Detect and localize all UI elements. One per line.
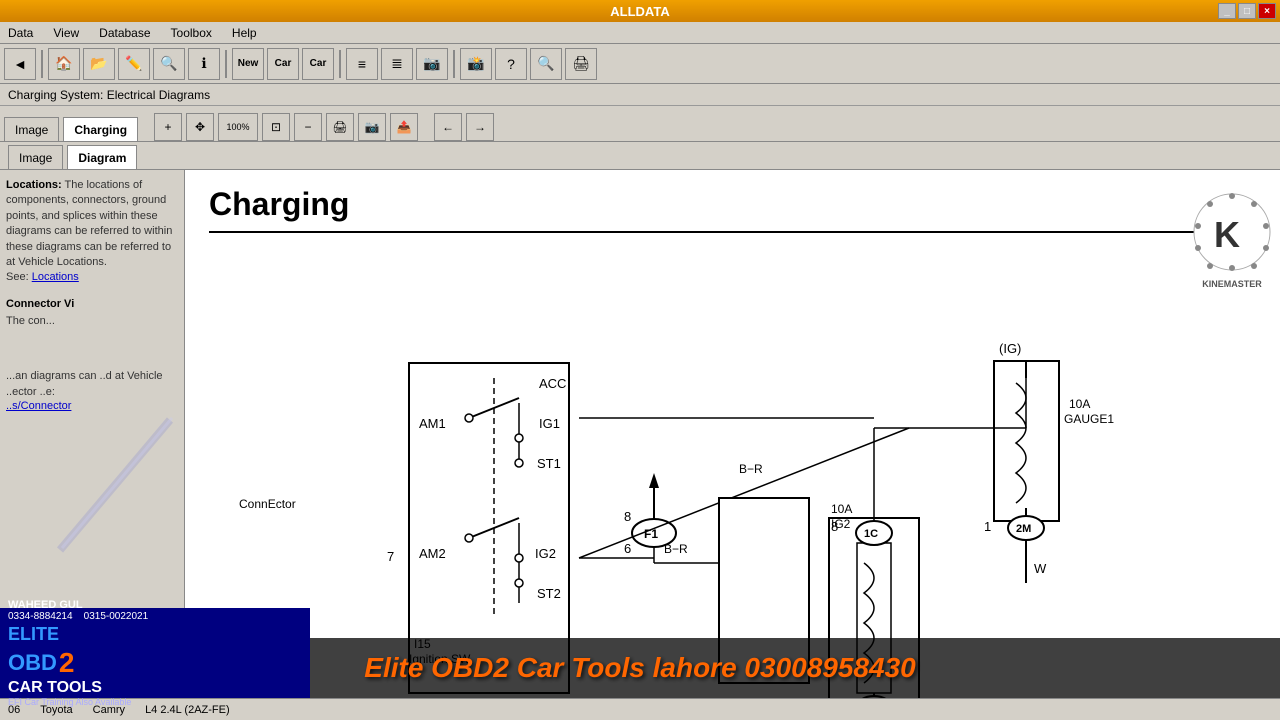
zoom-in-button[interactable]: + <box>154 113 182 141</box>
list-button[interactable]: ≡ <box>346 48 378 80</box>
tab-diagram[interactable]: Diagram <box>67 145 137 169</box>
pan-button[interactable]: ✥ <box>186 113 214 141</box>
export-button[interactable]: 📤 <box>390 113 418 141</box>
back-button[interactable]: ◄ <box>4 48 36 80</box>
recar-button[interactable]: Car <box>302 48 334 80</box>
gauge1-label: GAUGE1 <box>1064 412 1114 426</box>
num6-label: 6 <box>624 541 631 556</box>
search-button[interactable]: 🔍 <box>153 48 185 80</box>
connector-text2: ...an diagrams can ..d at Vehicle ..ecto… <box>6 369 178 400</box>
arrow-right-button[interactable]: → <box>466 113 494 141</box>
card-phones: 0334-8884214 0315-0022021 <box>8 611 302 622</box>
arrow-left-button[interactable]: ← <box>434 113 462 141</box>
10a-gauge1-label: 10A <box>1069 397 1090 411</box>
locations-section: Locations: The locations of components, … <box>6 178 178 286</box>
edit-button[interactable]: ✏️ <box>118 48 150 80</box>
toolbar-separator-2 <box>225 50 227 78</box>
toolbar-separator <box>41 50 43 78</box>
ig2-label: IG2 <box>535 546 556 561</box>
pen-overlay <box>0 390 185 590</box>
connector-link[interactable]: ..s/Connector <box>6 400 71 412</box>
svg-text:1C: 1C <box>864 528 878 540</box>
breadcrumb: Charging System: Electrical Diagrams <box>0 84 1280 106</box>
zoom-button[interactable]: 🔍 <box>530 48 562 80</box>
locations-title: Locations: <box>6 179 62 191</box>
svg-text:K: K <box>1214 214 1240 255</box>
window-controls[interactable]: _ □ × <box>1218 3 1276 19</box>
connector-section: Connector Vi The con... ...an diagrams c… <box>6 298 178 412</box>
b-r-ig2-label: B−R <box>664 542 688 556</box>
car-button[interactable]: Car <box>267 48 299 80</box>
photo-button[interactable]: 📷 <box>416 48 448 80</box>
menu-bar: Data View Database Toolbox Help <box>0 22 1280 44</box>
print2-button[interactable]: 🖨 <box>326 113 354 141</box>
print-button[interactable]: 🖨 <box>565 48 597 80</box>
diagram-title: Charging <box>185 170 1280 231</box>
new-button[interactable]: New <box>232 48 264 80</box>
zoom-fit-button[interactable]: ⊡ <box>262 113 290 141</box>
minimize-button[interactable]: _ <box>1218 3 1236 19</box>
locations-link[interactable]: Locations <box>32 271 79 283</box>
toolbar-separator-4 <box>453 50 455 78</box>
zoom-100-button[interactable]: 100% <box>218 113 258 141</box>
question-button[interactable]: ? <box>495 48 527 80</box>
kinemaster-text: KINEMASTER <box>1192 279 1272 289</box>
list2-button[interactable]: ≣ <box>381 48 413 80</box>
main-toolbar: ◄ 🏠 📂 ✏️ 🔍 ℹ New Car Car ≡ ≣ 📷 📸 ? 🔍 🖨 <box>0 44 1280 84</box>
corner-card: WAHEED GUL 0334-8884214 0315-0022021 ELI… <box>0 608 310 698</box>
card-name: WAHEED GUL <box>8 599 302 611</box>
num8-1c-label: 8 <box>831 519 838 534</box>
menu-help[interactable]: Help <box>228 24 261 42</box>
st1-label: ST1 <box>537 456 561 471</box>
card-brand-prefix: ELITE <box>8 624 59 645</box>
snap-button[interactable]: 📷 <box>358 113 386 141</box>
capture-button[interactable]: 📸 <box>460 48 492 80</box>
connector-text: The con... <box>6 314 178 329</box>
w-label: W <box>1034 561 1047 576</box>
see-label: See: <box>6 271 29 283</box>
tab-charging[interactable]: Charging <box>63 117 138 141</box>
maximize-button[interactable]: □ <box>1238 3 1256 19</box>
ig-label: (IG) <box>999 341 1021 356</box>
menu-view[interactable]: View <box>49 24 83 42</box>
locations-text: The locations of components, connectors,… <box>6 179 172 268</box>
watermark-text: Elite OBD2 Car Tools lahore 03008958430 <box>364 652 915 684</box>
am1-label: AM1 <box>419 416 446 431</box>
app-title: ALLDATA <box>610 4 669 19</box>
menu-data[interactable]: Data <box>4 24 37 42</box>
10a-label: 10A <box>831 502 852 516</box>
ig1-label: IG1 <box>539 416 560 431</box>
home-button[interactable]: 🏠 <box>48 48 80 80</box>
b-r-top-label: B−R <box>739 462 763 476</box>
acc-label: ACC <box>539 376 566 391</box>
card-2: 2 <box>59 647 75 679</box>
tab-image-1[interactable]: Image <box>4 117 59 141</box>
tab-image-2[interactable]: Image <box>8 145 63 169</box>
title-bar: ALLDATA _ □ × <box>0 0 1280 22</box>
card-tools: CAR TOOLS <box>8 679 302 697</box>
zoom-out-button[interactable]: − <box>294 113 322 141</box>
num8-f1-label: 8 <box>624 509 631 524</box>
diagram-divider <box>209 231 1256 233</box>
am2-label: AM2 <box>419 546 446 561</box>
open-button[interactable]: 📂 <box>83 48 115 80</box>
connector-title: Connector Vi <box>6 298 178 310</box>
svg-text:2M: 2M <box>1016 523 1031 535</box>
card-sub: EFI Car Training Also Available <box>8 697 302 707</box>
info-button[interactable]: ℹ <box>188 48 220 80</box>
num1-2m-label: 1 <box>984 519 991 534</box>
st2-label: ST2 <box>537 586 561 601</box>
toolbar-separator-3 <box>339 50 341 78</box>
card-obd: OBD <box>8 650 57 676</box>
connector-vi-label: ConnEctor <box>239 497 296 511</box>
menu-database[interactable]: Database <box>95 24 154 42</box>
kinemaster-logo: K KINEMASTER <box>1192 192 1272 272</box>
menu-toolbox[interactable]: Toolbox <box>167 24 216 42</box>
breadcrumb-text: Charging System: Electrical Diagrams <box>8 88 210 102</box>
num7-label: 7 <box>387 549 394 564</box>
close-button[interactable]: × <box>1258 3 1276 19</box>
